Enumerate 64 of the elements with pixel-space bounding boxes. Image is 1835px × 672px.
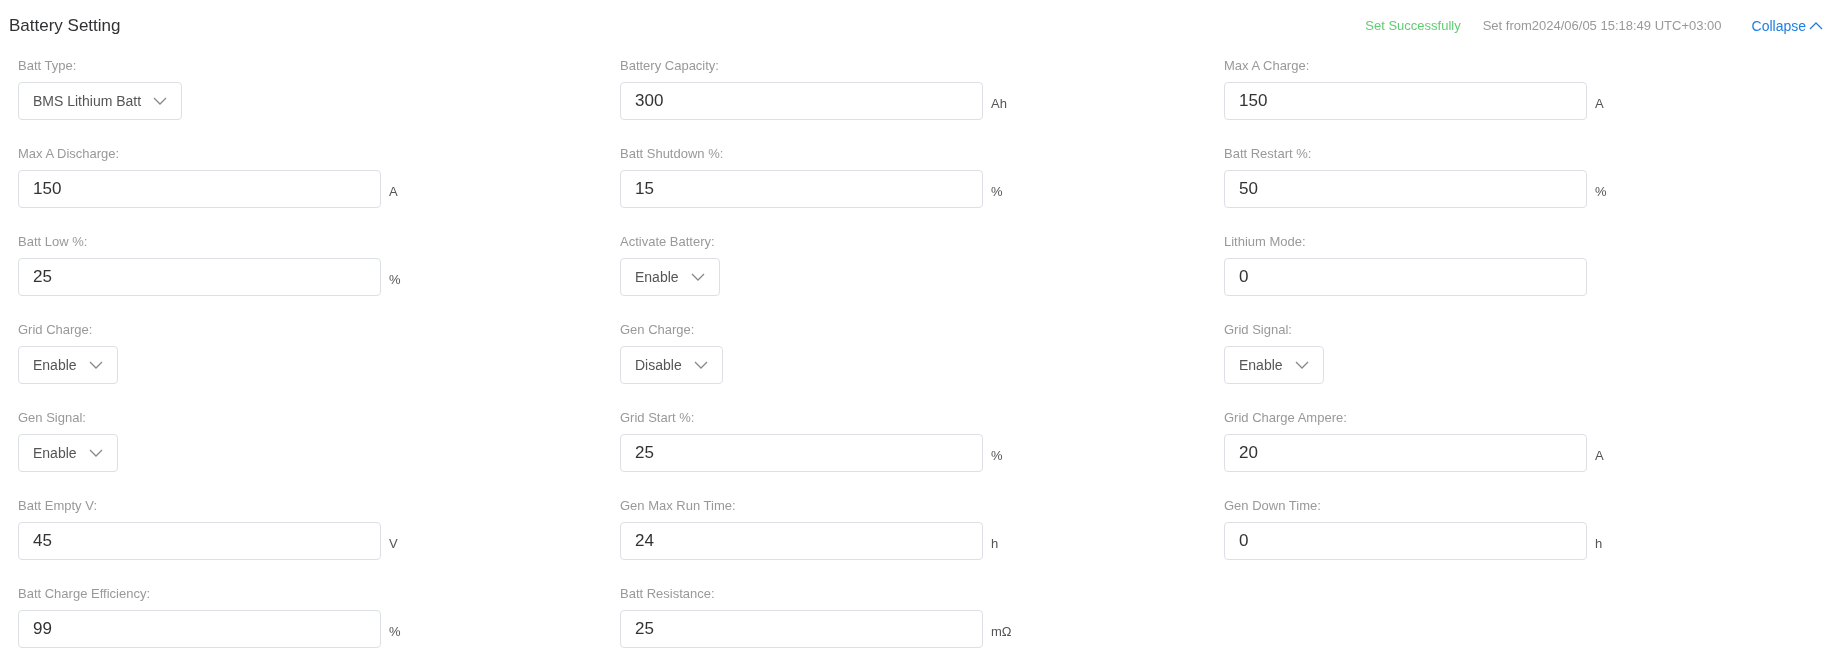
field-label: Battery Capacity: xyxy=(620,58,720,74)
chevron-down-icon xyxy=(690,273,705,281)
field-label: Lithium Mode: xyxy=(1224,234,1307,250)
chevron-down-icon xyxy=(88,449,103,457)
field-label: Gen Charge: xyxy=(620,322,696,338)
unit-label: h xyxy=(1595,535,1603,554)
timestamp-text: Set from2024/06/05 15:18:49 UTC+03:00 xyxy=(1482,17,1722,36)
dropdown[interactable]: Enable xyxy=(1224,346,1324,384)
unit-label: % xyxy=(991,447,1003,466)
field-label: Max A Discharge: xyxy=(18,146,121,162)
dropdown[interactable]: Enable xyxy=(620,258,720,296)
unit-label: A xyxy=(389,183,398,202)
input-field[interactable]: 0 xyxy=(1224,522,1587,560)
field-label: Batt Low %: xyxy=(18,234,89,250)
input-field[interactable]: 25 xyxy=(620,610,983,648)
collapse-link[interactable]: Collapse xyxy=(1751,15,1823,37)
field-label: Grid Charge Ampere: xyxy=(1224,410,1348,426)
field-label: Batt Empty V: xyxy=(18,498,98,514)
unit-label: % xyxy=(991,183,1003,202)
unit-label: % xyxy=(389,623,401,642)
input-field[interactable]: 25 xyxy=(18,258,381,296)
input-field[interactable]: 0 xyxy=(1224,258,1587,296)
chevron-down-icon xyxy=(1294,361,1309,369)
field-label: Gen Signal: xyxy=(18,410,87,426)
section-title: Battery Setting xyxy=(9,15,121,38)
input-field[interactable]: 45 xyxy=(18,522,381,560)
input-field[interactable]: 20 xyxy=(1224,434,1587,472)
field-label: Batt Restart %: xyxy=(1224,146,1313,162)
field-label: Batt Shutdown %: xyxy=(620,146,725,162)
unit-label: h xyxy=(991,535,999,554)
input-field[interactable]: 15 xyxy=(620,170,983,208)
chevron-down-icon xyxy=(88,361,103,369)
unit-label: A xyxy=(1595,95,1604,114)
input-field[interactable]: 99 xyxy=(18,610,381,648)
unit-label: Ah xyxy=(991,95,1007,114)
field-label: Grid Signal: xyxy=(1224,322,1293,338)
unit-label: A xyxy=(1595,447,1604,466)
field-label: Batt Resistance: xyxy=(620,586,716,602)
unit-label: % xyxy=(389,271,401,290)
field-label: Gen Down Time: xyxy=(1224,498,1322,514)
unit-label: mΩ xyxy=(991,623,1012,642)
field-label: Grid Start %: xyxy=(620,410,696,426)
field-label: Batt Charge Efficiency: xyxy=(18,586,151,602)
input-field[interactable]: 150 xyxy=(1224,82,1587,120)
status-text: Set Successfully xyxy=(1365,17,1461,36)
dropdown[interactable]: Enable xyxy=(18,346,118,384)
chevron-up-icon xyxy=(1809,22,1823,30)
field-label: Gen Max Run Time: xyxy=(620,498,737,514)
unit-label: V xyxy=(389,535,398,554)
dropdown[interactable]: BMS Lithium Batt xyxy=(18,82,183,120)
unit-label: % xyxy=(1595,183,1607,202)
field-label: Batt Type: xyxy=(18,58,78,74)
field-label: Grid Charge: xyxy=(18,322,94,338)
field-label: Max A Charge: xyxy=(1224,58,1311,74)
input-field[interactable]: 24 xyxy=(620,522,983,560)
input-field[interactable]: 150 xyxy=(18,170,381,208)
chevron-down-icon xyxy=(693,361,708,369)
field-label: Activate Battery: xyxy=(620,234,716,250)
dropdown[interactable]: Enable xyxy=(18,434,118,472)
dropdown[interactable]: Disable xyxy=(620,346,723,384)
input-field[interactable]: 50 xyxy=(1224,170,1587,208)
input-field[interactable]: 300 xyxy=(620,82,983,120)
input-field[interactable]: 25 xyxy=(620,434,983,472)
chevron-down-icon xyxy=(153,97,168,105)
